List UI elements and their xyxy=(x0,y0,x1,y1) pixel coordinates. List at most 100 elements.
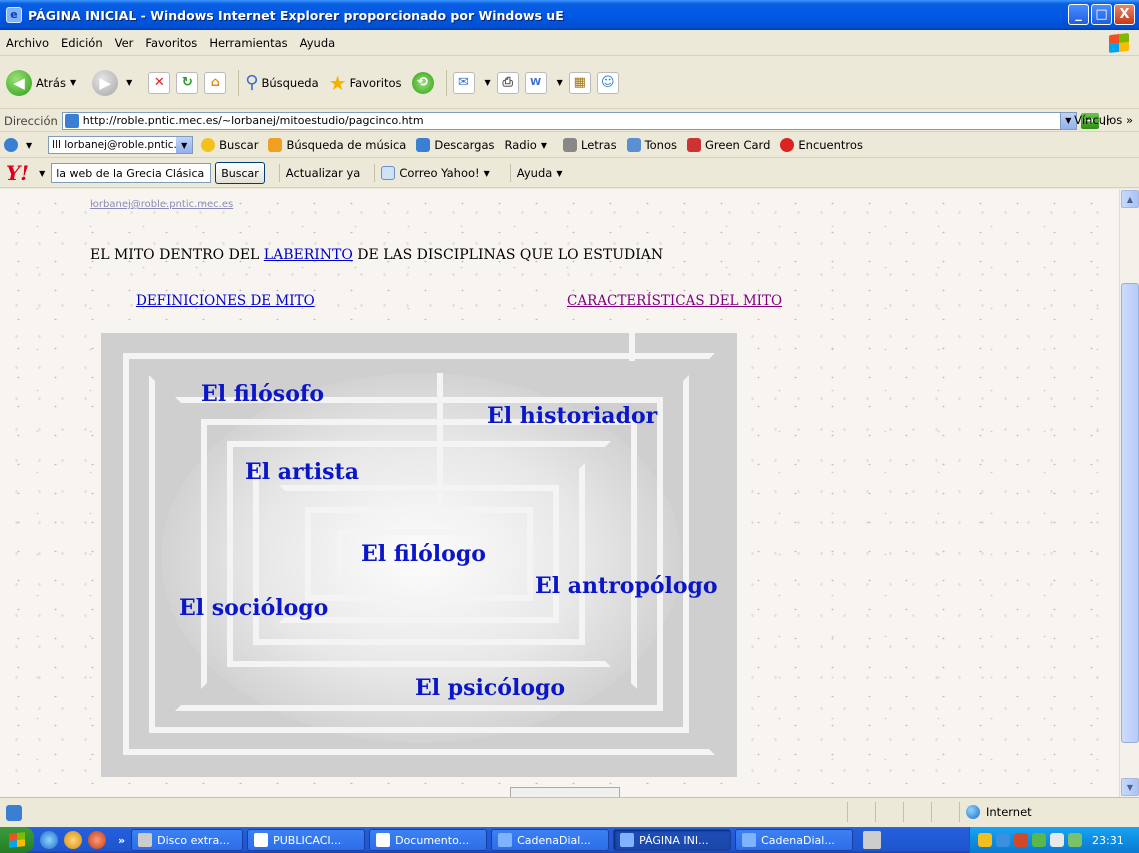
update-icon[interactable] xyxy=(1032,833,1046,847)
print-icon[interactable]: ⎙ xyxy=(496,71,519,94)
links-letras[interactable]: Letras xyxy=(563,138,617,152)
title-bar: e PÁGINA INICIAL - Windows Internet Expl… xyxy=(0,0,1139,30)
favorites-button[interactable]: ★ Favoritos xyxy=(329,71,402,95)
ie-quicklaunch-icon[interactable] xyxy=(40,831,58,849)
task-disco[interactable]: Disco extra... xyxy=(131,829,244,851)
scroll-thumb[interactable] xyxy=(1121,283,1139,743)
ie-icon xyxy=(620,833,635,847)
yahoo-help-button[interactable]: Ayuda ▼ xyxy=(517,166,569,180)
task-label: Disco extra... xyxy=(157,833,230,847)
shield-icon[interactable] xyxy=(978,833,992,847)
scroll-down-button[interactable]: ▼ xyxy=(1121,778,1139,796)
research-icon[interactable]: ▦ xyxy=(568,71,591,94)
task-documento[interactable]: Documento... xyxy=(369,829,488,851)
star-icon: ★ xyxy=(328,70,347,95)
chevron-down-icon[interactable]: ▼ xyxy=(176,137,193,153)
yahoo-mail-button[interactable]: Correo Yahoo! ▼ xyxy=(381,166,495,180)
address-bar: Dirección http://roble.pntic.mec.es/~lor… xyxy=(0,110,1139,132)
chevron-down-icon: ▼ xyxy=(69,78,77,87)
maze-label-sociologo[interactable]: El sociólogo xyxy=(179,595,328,621)
status-cell xyxy=(875,802,903,822)
email-link[interactable]: lorbanej@roble.pntic.mec.es xyxy=(90,199,233,210)
maze-label-antropologo[interactable]: El antropólogo xyxy=(535,573,718,599)
links-descargas[interactable]: Descargas xyxy=(416,138,495,152)
scroll-up-button[interactable]: ▲ xyxy=(1121,190,1139,208)
media-quicklaunch-icon[interactable] xyxy=(88,831,106,849)
links-buscar[interactable]: Buscar xyxy=(201,138,258,152)
status-cell xyxy=(903,802,931,822)
links-musica[interactable]: Búsqueda de música xyxy=(268,138,406,152)
task-pagina-inicial[interactable]: PÁGINA INI... xyxy=(613,829,732,851)
messenger-icon[interactable]: ☺ xyxy=(596,71,619,94)
back-button[interactable]: ◀ Atrás ▼ xyxy=(6,69,82,96)
chevron-right-icon[interactable]: » xyxy=(118,834,125,847)
maximize-button[interactable]: □ xyxy=(1091,4,1112,25)
task-cadenadial-2[interactable]: CadenaDial... xyxy=(735,829,854,851)
keyboard-icon[interactable] xyxy=(863,831,882,849)
address-input[interactable]: http://roble.pntic.mec.es/~lorbanej/mito… xyxy=(61,111,1077,130)
vertical-scrollbar[interactable]: ▲ ▼ xyxy=(1119,189,1139,797)
address-url: http://roble.pntic.mec.es/~lorbanej/mito… xyxy=(82,114,424,127)
characteristics-link[interactable]: CARACTERÍSTICAS DEL MITO xyxy=(567,293,782,309)
links-tonos[interactable]: Tonos xyxy=(626,138,677,152)
links-star-button[interactable]: ▼ xyxy=(4,138,38,152)
yahoo-search-button[interactable]: Buscar xyxy=(215,162,265,184)
chevron-down-icon: ▼ xyxy=(26,140,33,150)
links-greencard[interactable]: Green Card xyxy=(687,138,770,152)
start-button[interactable] xyxy=(0,827,34,853)
links-encuentros[interactable]: Encuentros xyxy=(780,138,863,152)
links-musica-label: Búsqueda de música xyxy=(286,138,407,152)
maze-label-artista[interactable]: El artista xyxy=(245,459,359,485)
menu-ayuda[interactable]: Ayuda xyxy=(300,36,336,50)
connection-icon[interactable] xyxy=(1068,833,1082,847)
browser-quicklaunch-icon[interactable] xyxy=(64,831,82,849)
maze-label-historiador[interactable]: El historiador xyxy=(487,403,657,429)
stop-icon[interactable]: ✕ xyxy=(148,71,171,94)
address-label: Dirección xyxy=(4,113,58,128)
ie-icon xyxy=(498,833,513,847)
clock: 23:31 xyxy=(1092,833,1124,847)
home-icon[interactable]: ⌂ xyxy=(204,71,227,94)
yahoo-update-button[interactable]: Actualizar ya xyxy=(286,166,361,180)
links-combo[interactable]: lll lorbanej@roble.pntic.me ▼ xyxy=(48,136,194,154)
close-button[interactable]: X xyxy=(1114,4,1135,25)
history-icon[interactable]: ⟲ xyxy=(411,71,434,94)
labyrinth-link[interactable]: LABERINTO xyxy=(264,247,353,263)
menu-archivo[interactable]: Archivo xyxy=(6,36,49,50)
minimize-button[interactable]: _ xyxy=(1068,4,1089,25)
menu-bar: Archivo Edición Ver Favoritos Herramient… xyxy=(0,30,1139,56)
definitions-link[interactable]: DEFINICIONES DE MITO xyxy=(136,293,315,309)
refresh-icon[interactable]: ↻ xyxy=(176,71,199,94)
toolbar-separator xyxy=(374,164,376,182)
maze-wall xyxy=(629,333,635,361)
task-cadenadial-1[interactable]: CadenaDial... xyxy=(491,829,610,851)
task-label: Documento... xyxy=(395,833,470,847)
maze-label-filologo[interactable]: El filólogo xyxy=(361,541,486,567)
menu-favoritos[interactable]: Favoritos xyxy=(145,36,197,50)
links-button[interactable]: Vínculos » xyxy=(1074,113,1133,127)
task-label: CadenaDial... xyxy=(517,833,591,847)
menu-ver[interactable]: Ver xyxy=(115,36,134,50)
edit-word-icon[interactable]: W xyxy=(524,71,547,94)
forward-button[interactable]: ▶ ▼ xyxy=(92,69,138,96)
chevron-down-icon[interactable]: ▼ xyxy=(39,169,45,178)
volume-icon[interactable] xyxy=(1050,833,1064,847)
network-icon[interactable] xyxy=(996,833,1010,847)
task-publicaci[interactable]: PUBLICACI... xyxy=(247,829,366,851)
menu-herramientas[interactable]: Herramientas xyxy=(209,36,287,50)
search-button[interactable]: ⚲ Búsqueda xyxy=(245,72,318,93)
taskbar: » Disco extra... PUBLICACI... Documento.… xyxy=(0,827,1139,853)
links-radio[interactable]: Radio ▼ xyxy=(505,138,553,152)
yahoo-logo[interactable]: Y! xyxy=(6,161,29,185)
forward-arrow-icon: ▶ xyxy=(92,69,119,96)
maze-label-filosofo[interactable]: El filósofo xyxy=(201,381,324,407)
page-content: lorbanej@roble.pntic.mec.es EL MITO DENT… xyxy=(0,189,1119,797)
links-encuentros-label: Encuentros xyxy=(798,138,863,152)
chevron-down-icon: ▼ xyxy=(556,168,563,178)
yahoo-search-input[interactable]: la web de la Grecia Clásica xyxy=(51,163,212,183)
maze-label-psicologo[interactable]: El psicólogo xyxy=(415,675,565,701)
menu-edicion[interactable]: Edición xyxy=(61,36,103,50)
antivirus-icon[interactable] xyxy=(1014,833,1028,847)
chevron-down-icon: ▼ xyxy=(483,168,490,178)
mail-icon[interactable]: ✉ xyxy=(452,71,475,94)
